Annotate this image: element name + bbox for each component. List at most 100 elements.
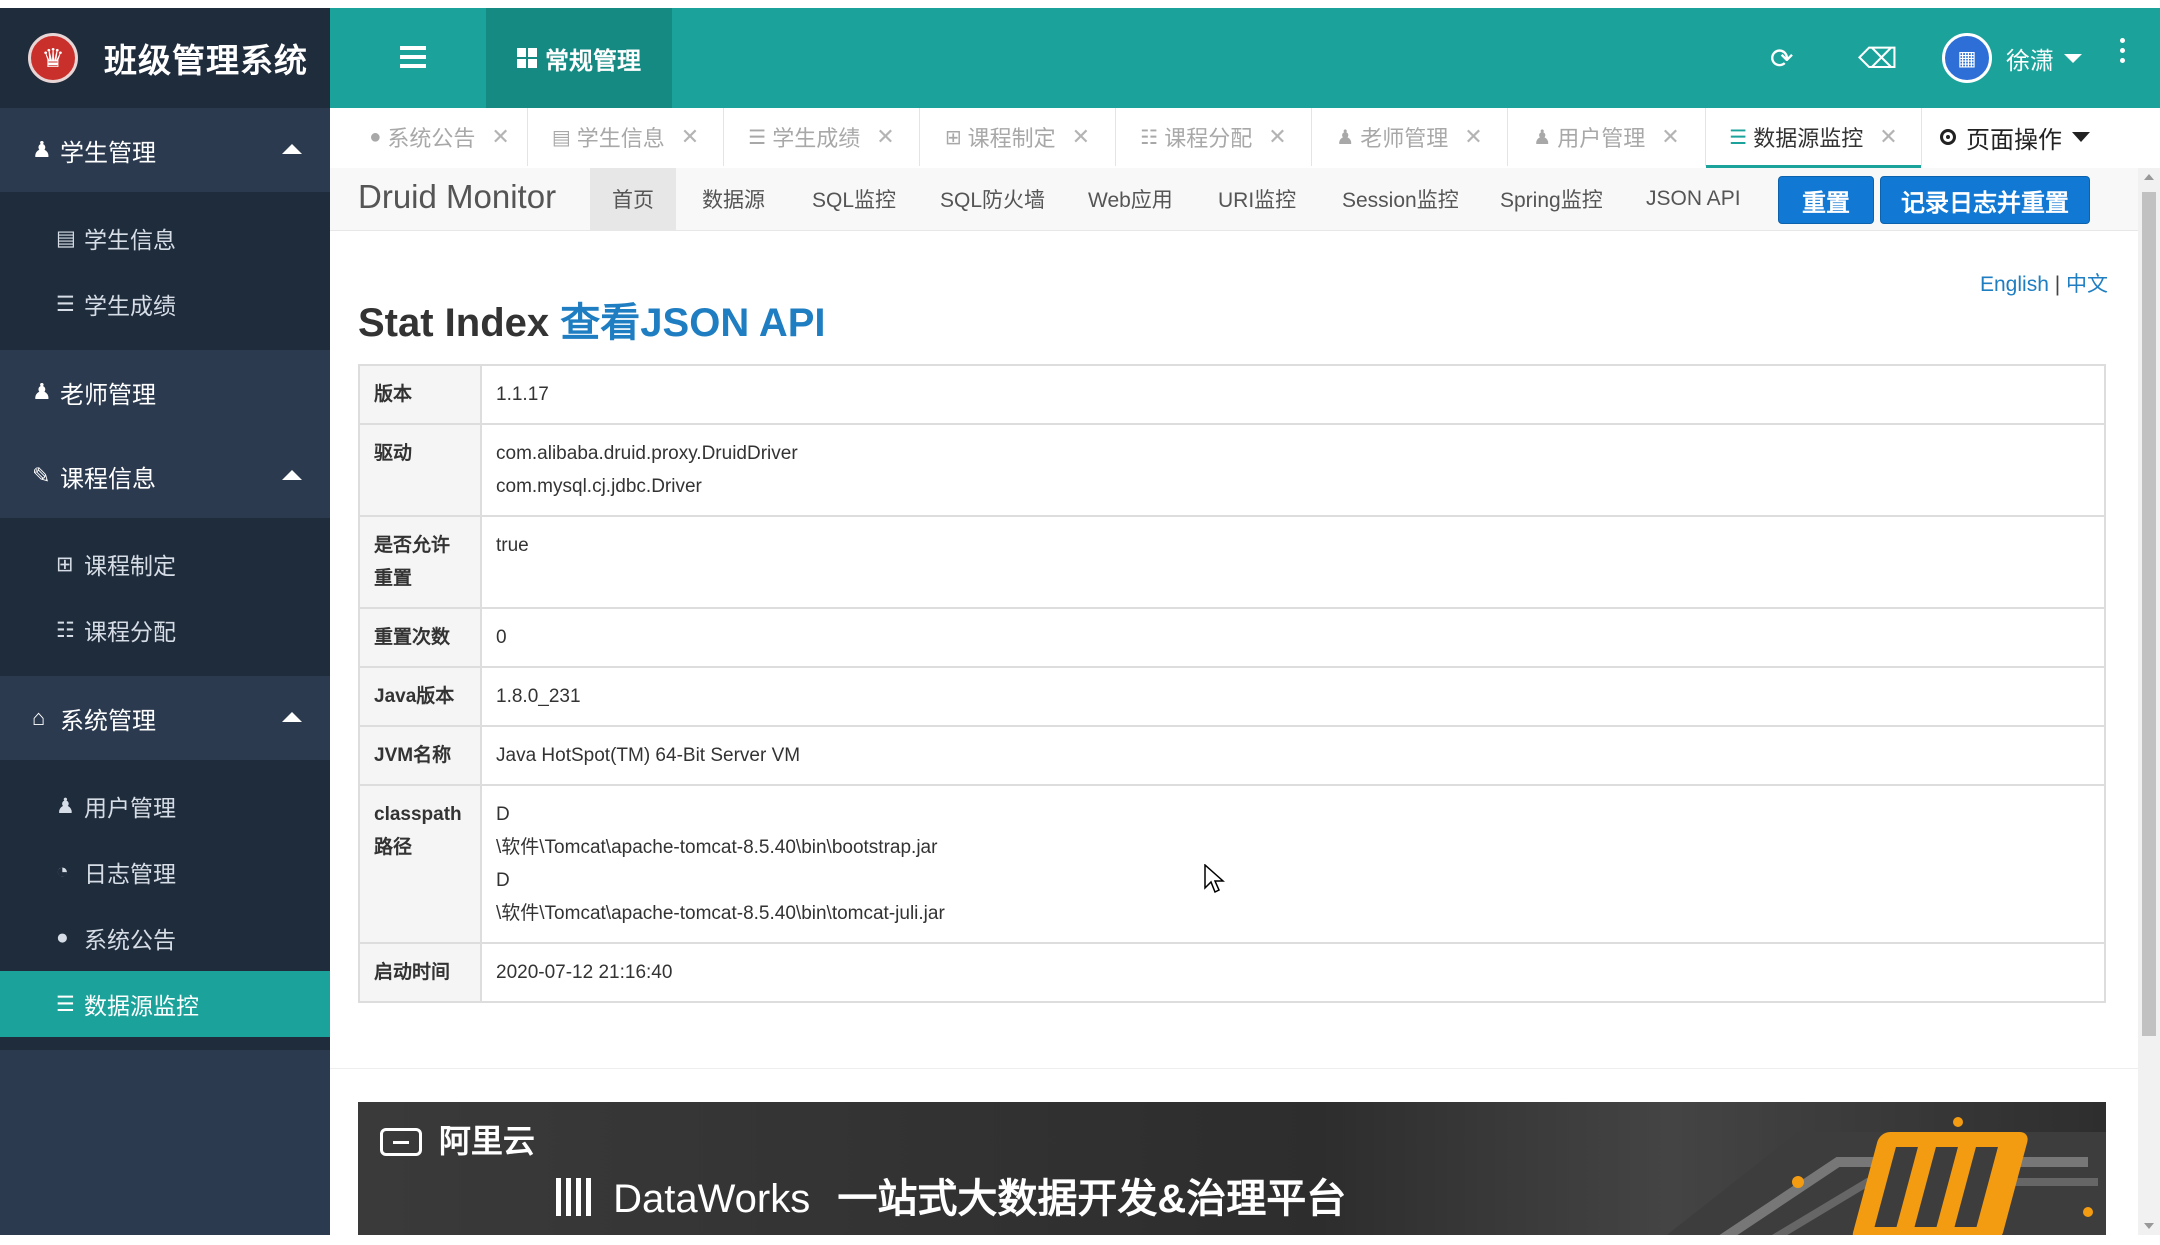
sidebar-group-student[interactable]: ♟ 学生管理	[0, 108, 330, 192]
value-line: D	[496, 804, 510, 825]
sidebar-item-course-plan[interactable]: ⊞ 课程制定	[0, 531, 330, 597]
tab-label: 系统公告	[387, 126, 476, 151]
sidebar-item-user-mgmt[interactable]: ♟ 用户管理	[0, 773, 330, 839]
tab-datasource-monitor[interactable]: ☰ 数据源监控 ✕	[1706, 108, 1922, 168]
tab-label: 数据源监控	[1753, 126, 1864, 151]
sidebar-group-teacher[interactable]: ♟ 老师管理	[0, 350, 330, 434]
sidebar-group-label: 学生管理	[60, 139, 156, 167]
druid-nav-uri-monitor[interactable]: URI监控	[1218, 168, 1296, 230]
value-line: 1.8.0_231	[496, 686, 581, 707]
lang-english-link[interactable]: English	[1980, 273, 2049, 296]
stat-index-table: 版本 1.1.17 驱动 com.alibaba.druid.proxy.Dru…	[358, 364, 2106, 1003]
user-icon: ♟	[32, 379, 52, 404]
users-icon: ♟	[56, 794, 75, 818]
close-icon[interactable]: ✕	[1879, 124, 1897, 150]
scrollbar-thumb[interactable]	[2142, 192, 2156, 1036]
tab-notice[interactable]: ● 系统公告 ✕	[352, 108, 528, 166]
sidebar-item-student-info[interactable]: ▤ 学生信息	[0, 205, 330, 271]
row-key: 重置次数	[359, 607, 482, 667]
druid-nav-json-api[interactable]: JSON API	[1646, 168, 1741, 230]
sitemap-icon: ☷	[1140, 126, 1159, 149]
scroll-down-icon[interactable]	[2144, 1223, 2154, 1229]
value-line: Java HotSpot(TM) 64-Bit Server VM	[496, 745, 801, 766]
druid-nav-spring-monitor[interactable]: Spring监控	[1500, 168, 1603, 230]
module-tab-general[interactable]: 常规管理	[486, 8, 672, 108]
view-json-api-link[interactable]: 查看JSON API	[560, 301, 825, 345]
druid-brand[interactable]: Druid Monitor	[358, 178, 556, 216]
reset-button[interactable]: 重置	[1778, 176, 1874, 224]
tab-student-score[interactable]: ☰ 学生成绩 ✕	[724, 108, 920, 166]
value-line: 1.1.17	[496, 384, 549, 405]
tab-label: 学生成绩	[772, 126, 861, 151]
vertical-scrollbar[interactable]	[2138, 168, 2160, 1235]
close-icon[interactable]: ✕	[681, 124, 699, 150]
sidebar-item-log-mgmt[interactable]: ◔ 日志管理	[0, 839, 330, 905]
tab-course-plan[interactable]: ⊞ 课程制定 ✕	[920, 108, 1116, 166]
sidebar-item-course-assign[interactable]: ☷ 课程分配	[0, 597, 330, 663]
row-value: Java HotSpot(TM) 64-Bit Server VM	[481, 725, 2105, 785]
tab-student-info[interactable]: ▤ 学生信息 ✕	[528, 108, 724, 166]
lang-separator: |	[2054, 273, 2061, 296]
menu-toggle-icon[interactable]	[400, 46, 426, 68]
close-icon[interactable]: ✕	[1268, 124, 1286, 150]
druid-nav-sql-firewall[interactable]: SQL防火墙	[940, 168, 1045, 230]
language-switch: English | 中文	[1980, 268, 2108, 298]
sidebar-group-system[interactable]: ⌂ 系统管理	[0, 676, 330, 760]
more-vertical-icon[interactable]	[2120, 38, 2126, 68]
table-row: classpath路径 D \软件\Tomcat\apache-tomcat-8…	[359, 784, 2105, 943]
sidebar-group-course[interactable]: ✎ 课程信息	[0, 434, 330, 518]
druid-nav-datasource[interactable]: 数据源	[702, 168, 765, 230]
sidebar-group-label: 课程信息	[60, 465, 156, 493]
row-value: com.alibaba.druid.proxy.DruidDriver com.…	[481, 423, 2105, 516]
druid-nav-web-app[interactable]: Web应用	[1088, 168, 1173, 230]
sidebar-item-datasource-monitor[interactable]: ☰ 数据源监控	[0, 971, 330, 1037]
table-row: 是否允许重置 true	[359, 515, 2105, 608]
close-icon[interactable]: ✕	[1464, 124, 1482, 150]
druid-navbar: Druid Monitor 首页 数据源 SQL监控 SQL防火墙 Web应用 …	[330, 168, 2138, 231]
trash-icon[interactable]: ⌫	[1858, 42, 1898, 75]
user-menu[interactable]: ▦ 徐潇	[1942, 32, 2082, 84]
database-icon: ☰	[1729, 126, 1748, 149]
caret-up-icon	[282, 144, 302, 154]
sidebar-item-student-score[interactable]: ☰ 学生成绩	[0, 271, 330, 337]
scroll-up-icon[interactable]	[2144, 174, 2154, 180]
sitemap-icon: ☷	[56, 618, 75, 642]
male-icon: ♟	[32, 137, 52, 162]
log-and-reset-button[interactable]: 记录日志并重置	[1880, 176, 2090, 224]
page-operations-menu[interactable]: 页面操作	[1940, 108, 2090, 166]
close-icon[interactable]: ✕	[1661, 124, 1679, 150]
sidebar-item-label: 学生信息	[84, 227, 176, 253]
value-line: 0	[496, 627, 507, 648]
chevron-down-icon	[2064, 53, 2082, 63]
school-logo-icon: ♛	[28, 33, 78, 83]
druid-nav-sql-monitor[interactable]: SQL监控	[812, 168, 896, 230]
user-icon: ♟	[1336, 126, 1355, 149]
module-tab-label: 常规管理	[545, 47, 641, 75]
sidebar-group-label: 系统管理	[60, 707, 156, 735]
lang-chinese-link[interactable]: 中文	[2066, 273, 2108, 296]
plus-square-icon: ⊞	[56, 552, 74, 576]
tab-teacher[interactable]: ♟ 老师管理 ✕	[1312, 108, 1508, 166]
sidebar-item-label: 用户管理	[84, 795, 176, 821]
brand[interactable]: ♛ 班级管理系统	[0, 8, 330, 108]
sidebar-submenu-system: ♟ 用户管理 ◔ 日志管理 ● 系统公告 ☰ 数据源监控	[0, 760, 330, 1050]
dot-circle-icon	[1940, 129, 1956, 145]
druid-nav-home[interactable]: 首页	[590, 168, 676, 230]
sidebar-item-notice[interactable]: ● 系统公告	[0, 905, 330, 971]
value-line: D	[496, 870, 510, 891]
mouse-cursor-icon	[1204, 864, 1225, 894]
caret-down-icon	[2072, 132, 2090, 142]
tab-label: 课程分配	[1164, 126, 1253, 151]
tab-course-assign[interactable]: ☷ 课程分配 ✕	[1116, 108, 1312, 166]
druid-nav-session-monitor[interactable]: Session监控	[1342, 168, 1459, 230]
aliyun-bracket-icon	[380, 1128, 422, 1156]
close-icon[interactable]: ✕	[1072, 124, 1090, 150]
aliyun-dataworks-banner[interactable]: 阿里云 DataWorks 一站式大数据开发&治理平台	[358, 1102, 2106, 1235]
close-icon[interactable]: ✕	[491, 124, 509, 150]
refresh-icon[interactable]: ⟳	[1770, 42, 1793, 75]
tab-user-mgmt[interactable]: ♟ 用户管理 ✕	[1508, 108, 1706, 166]
aliyun-logo: 阿里云	[380, 1116, 535, 1162]
edit-icon: ✎	[32, 463, 51, 488]
close-icon[interactable]: ✕	[876, 124, 894, 150]
sidebar-item-label: 课程分配	[84, 619, 176, 645]
